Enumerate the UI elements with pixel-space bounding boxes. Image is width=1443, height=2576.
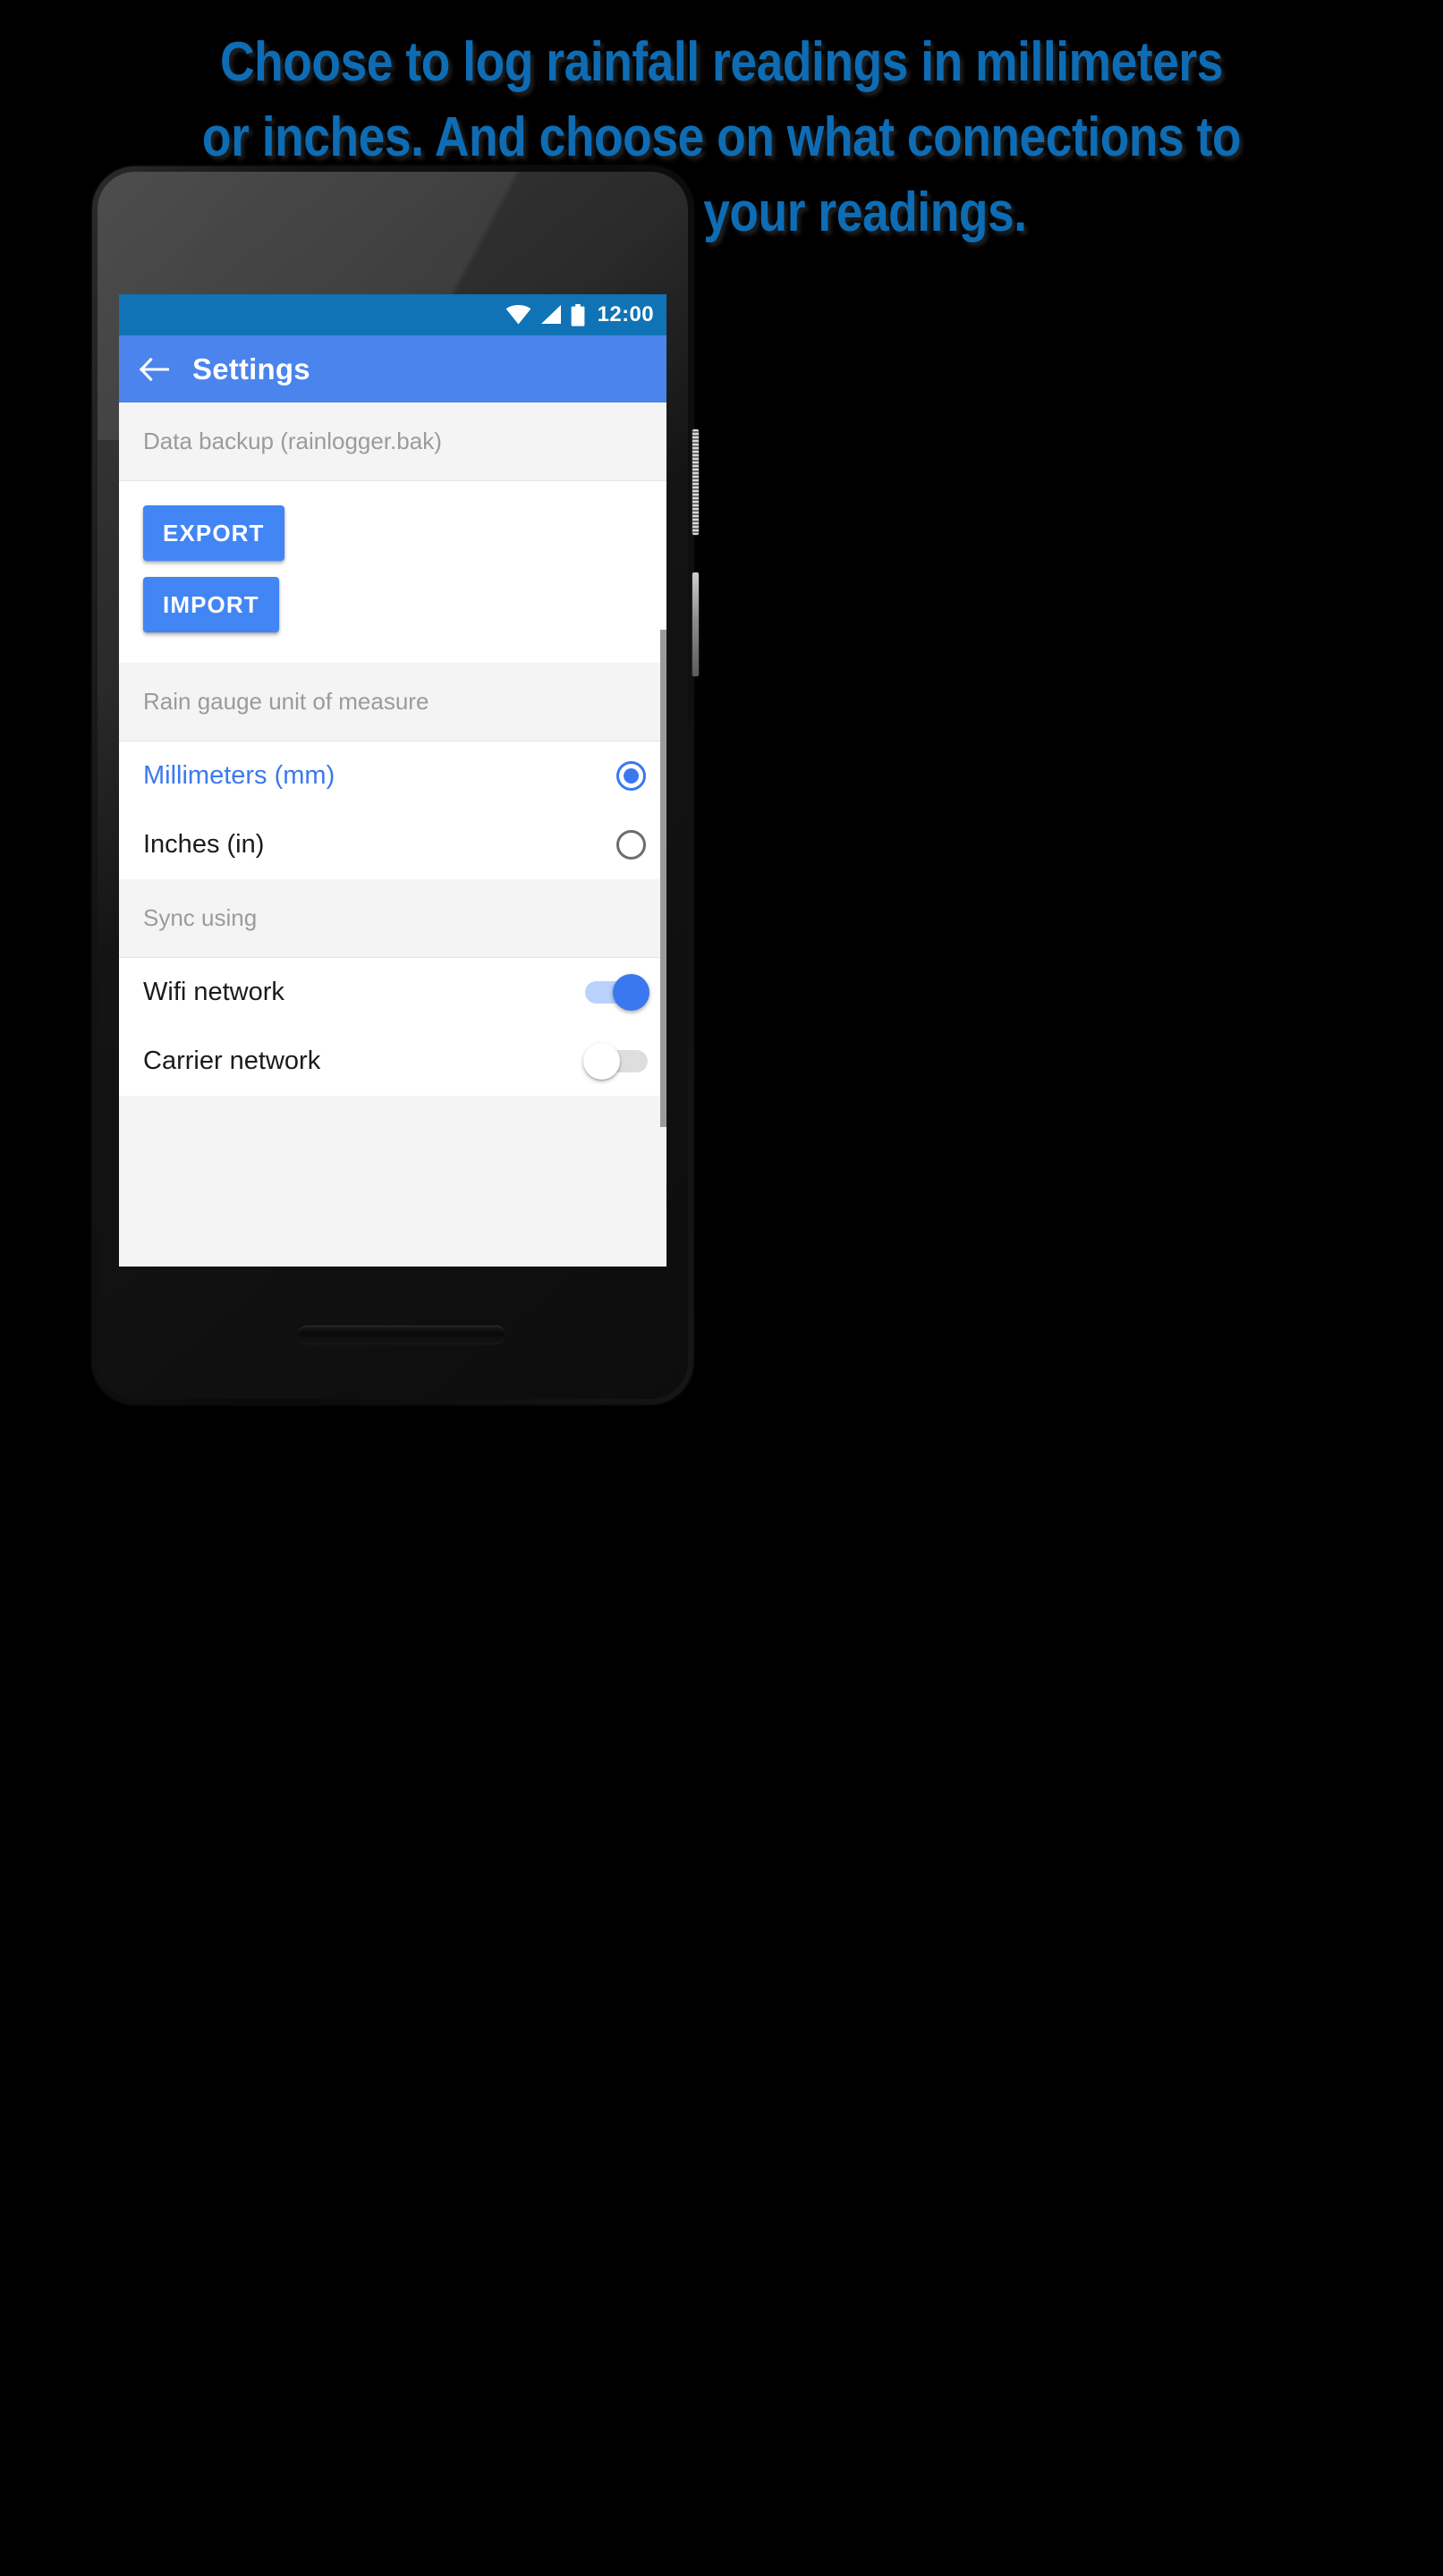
bottom-speaker-icon xyxy=(298,1326,505,1343)
toggle-label-wifi-network: Wifi network xyxy=(143,978,284,1006)
status-clock: 12:00 xyxy=(597,302,654,326)
phone-screen: 12:00 Settings Data backup (rainlogger.b… xyxy=(119,294,666,1267)
toggle-row-carrier-network[interactable]: Carrier network xyxy=(119,1027,666,1096)
vertical-scrollbar[interactable] xyxy=(660,402,666,1267)
toggle-row-wifi-network[interactable]: Wifi network xyxy=(119,958,666,1027)
option-label-millimeters: Millimeters (mm) xyxy=(143,761,335,790)
status-bar: 12:00 xyxy=(119,294,666,335)
toggle-switch-carrier-network[interactable] xyxy=(583,1043,648,1080)
toggle-thumb xyxy=(583,1043,620,1080)
export-button[interactable]: EXPORT xyxy=(143,505,284,561)
option-row-inches[interactable]: Inches (in) xyxy=(119,810,666,879)
screenshot-canvas: Choose to log rainfall readings in milli… xyxy=(0,0,1443,2576)
signal-icon xyxy=(540,305,561,324)
scrollbar-thumb[interactable] xyxy=(660,630,666,1127)
section-header-data-backup: Data backup (rainlogger.bak) xyxy=(119,402,666,481)
toggle-switch-wifi-network[interactable] xyxy=(585,974,649,1011)
radio-button-inches[interactable] xyxy=(616,830,646,860)
empty-list-area xyxy=(119,1096,666,1267)
import-button[interactable]: IMPORT xyxy=(143,577,279,632)
section-header-sync-using: Sync using xyxy=(119,879,666,958)
radio-button-millimeters[interactable] xyxy=(616,761,646,791)
data-backup-actions: EXPORT IMPORT xyxy=(119,481,666,663)
toggle-label-carrier-network: Carrier network xyxy=(143,1046,321,1075)
volume-rocker-button[interactable] xyxy=(692,572,699,676)
option-label-inches: Inches (in) xyxy=(143,830,265,859)
page-title: Settings xyxy=(192,352,310,386)
power-button[interactable] xyxy=(692,429,699,535)
toggle-thumb xyxy=(613,974,649,1011)
battery-icon xyxy=(571,303,585,326)
app-bar: Settings xyxy=(119,335,666,402)
wifi-icon xyxy=(505,305,531,325)
section-header-rain-gauge-unit: Rain gauge unit of measure xyxy=(119,663,666,741)
arrow-left-icon xyxy=(139,357,169,381)
option-row-millimeters[interactable]: Millimeters (mm) xyxy=(119,741,666,810)
back-button[interactable] xyxy=(124,357,183,382)
settings-list: Data backup (rainlogger.bak) EXPORT IMPO… xyxy=(119,402,666,1267)
